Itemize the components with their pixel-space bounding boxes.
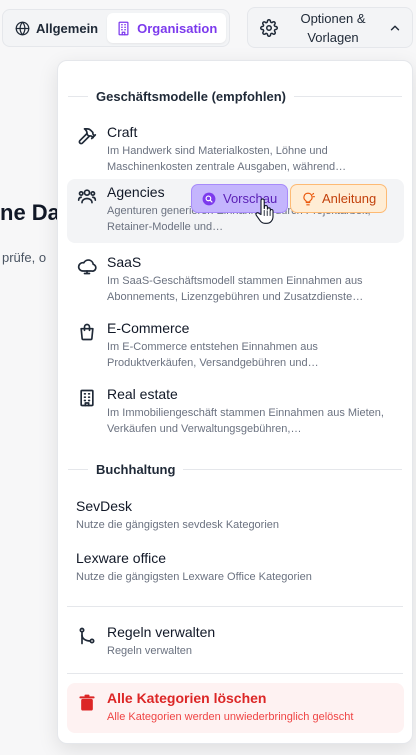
users-icon xyxy=(77,189,97,204)
lexware-description: Nutze die gängigsten Lexware Office Kate… xyxy=(76,571,312,583)
git-branch-icon xyxy=(79,627,95,645)
real-estate-description: Im Immobiliengeschäft stammen Einnahmen … xyxy=(107,407,384,435)
manage-rules-title: Regeln verwalten xyxy=(107,624,216,640)
menu-item-ecommerce[interactable]: E-Commerce Im E-Commerce entstehen Einna… xyxy=(67,315,404,371)
hammer-icon xyxy=(78,128,97,145)
divider xyxy=(67,606,403,607)
business-models-title: Geschäftsmodelle (empfohlen) xyxy=(96,88,286,104)
trash-icon xyxy=(79,694,95,711)
tab-organisation[interactable]: Organisation xyxy=(107,13,227,43)
tab-organisation-label: Organisation xyxy=(137,20,218,36)
section-title-business-models: Geschäftsmodelle (empfohlen) xyxy=(68,87,402,105)
craft-description: Im Handwerk sind Materialkosten, Löhne u… xyxy=(107,145,347,173)
sevdesk-title: SevDesk xyxy=(76,498,133,514)
menu-item-craft[interactable]: Craft Im Handwerk sind Materialkosten, L… xyxy=(67,119,404,175)
globe-icon xyxy=(15,21,30,35)
manage-rules-description: Regeln verwalten xyxy=(107,645,192,657)
tab-switcher: Allgemein Organisation xyxy=(2,9,230,47)
saas-title: SaaS xyxy=(107,254,142,270)
top-bar: Allgemein Organisation Optionen & Vorlag… xyxy=(0,0,416,56)
options-templates-button[interactable]: Optionen & Vorlagen xyxy=(247,7,413,48)
search-icon xyxy=(202,192,216,205)
preview-button[interactable]: Vorschau xyxy=(191,184,289,213)
section-title-accounting: Buchhaltung xyxy=(68,460,402,478)
accounting-title: Buchhaltung xyxy=(96,461,176,477)
page-heading-fragment: ne Da xyxy=(0,200,60,225)
gear-icon xyxy=(260,18,278,37)
ecommerce-description: Im E-Commerce entstehen Einnahmen aus Pr… xyxy=(107,341,319,369)
chevron-up-icon xyxy=(390,25,400,30)
sevdesk-description: Nutze die gängigsten sevdesk Kategorien xyxy=(76,519,280,531)
cloud-icon xyxy=(77,259,97,275)
divider xyxy=(67,673,403,674)
saas-description: Im SaaS-Geschäftsmodell stammen Einnahme… xyxy=(107,275,364,303)
lexware-title: Lexware office xyxy=(76,550,167,566)
options-dropdown-menu: Geschäftsmodelle (empfohlen) Craft Im Ha… xyxy=(57,60,413,744)
ecommerce-title: E-Commerce xyxy=(107,320,190,336)
menu-item-sevdesk[interactable]: SevDesk Nutze die gängigsten sevdesk Kat… xyxy=(76,497,396,533)
menu-item-saas[interactable]: SaaS Im SaaS-Geschäftsmodell stammen Ein… xyxy=(67,249,404,305)
guide-button[interactable]: Anleitung xyxy=(290,184,388,213)
menu-item-real-estate[interactable]: Real estate Im Immobiliengeschäft stamme… xyxy=(67,381,404,437)
options-templates-label: Optionen & Vorlagen xyxy=(300,10,366,45)
delete-all-description: Alle Kategorien werden unwiederbringlich… xyxy=(107,711,354,723)
craft-title: Craft xyxy=(107,124,138,140)
tab-allgemein-label: Allgemein xyxy=(36,20,99,36)
tab-allgemein[interactable]: Allgemein xyxy=(6,13,107,43)
page-text-fragment: prüfe, o xyxy=(2,250,47,265)
lightbulb-icon xyxy=(303,192,315,205)
building-icon xyxy=(118,21,129,35)
menu-item-delete-all-categories[interactable]: Alle Kategorien löschen Alle Kategorien … xyxy=(67,683,404,733)
menu-item-lexware[interactable]: Lexware office Nutze die gängigsten Lexw… xyxy=(76,549,396,585)
real-estate-title: Real estate xyxy=(107,386,178,402)
delete-all-title: Alle Kategorien löschen xyxy=(107,690,267,706)
preview-label: Vorschau xyxy=(223,191,278,206)
guide-label: Anleitung xyxy=(322,191,377,206)
shopping-bag-icon xyxy=(80,323,94,341)
menu-item-manage-rules[interactable]: Regeln verwalten Regeln verwalten xyxy=(67,619,404,665)
office-building-icon xyxy=(80,389,94,407)
